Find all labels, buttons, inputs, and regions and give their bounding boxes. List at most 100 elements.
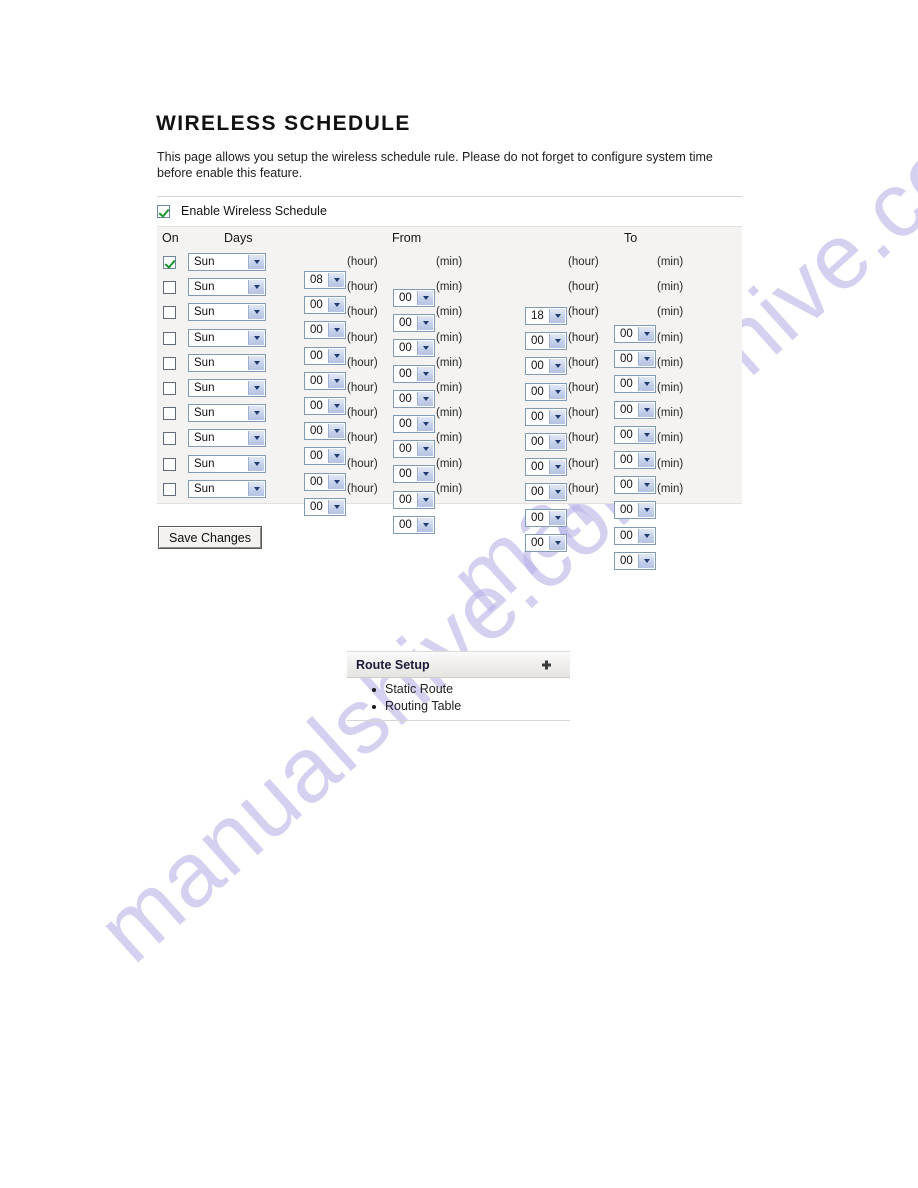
plus-icon[interactable] bbox=[542, 660, 551, 669]
schedule-row-to-minute-select[interactable]: 00 bbox=[614, 501, 656, 520]
to-minute-unit-label: (min) bbox=[657, 306, 684, 319]
schedule-row-day-select[interactable]: Sun bbox=[188, 479, 266, 498]
to-minute-unit-label: (min) bbox=[657, 407, 684, 420]
schedule-row-day-select[interactable]: Sun bbox=[188, 328, 266, 347]
schedule-row-enable-checkbox[interactable] bbox=[163, 331, 176, 345]
schedule-row: Sun 00 (hour) 00 (min) 00 (hour) 00 (min) bbox=[157, 478, 742, 570]
schedule-row-day-select[interactable]: Sun bbox=[188, 404, 266, 423]
from-minute-unit-label: (min) bbox=[436, 407, 463, 420]
schedule-row: Sun 00 (hour) 00 (min) 00 (hour) 00 (min) bbox=[157, 327, 742, 419]
chevron-down-icon[interactable] bbox=[638, 503, 654, 518]
schedule-row: Sun 08 (hour) 00 (min) 18 (hour) 00 (min) bbox=[157, 251, 742, 343]
column-header-to: To bbox=[624, 231, 638, 245]
schedule-row-from-hour-select[interactable]: 00 bbox=[304, 497, 346, 516]
to-minute-unit-label: (min) bbox=[657, 482, 684, 495]
chevron-down-icon[interactable] bbox=[549, 510, 565, 525]
schedule-row-day-select-value: Sun bbox=[194, 457, 215, 470]
to-hour-unit-label: (hour) bbox=[568, 256, 599, 268]
route-setup-list-item[interactable]: Routing Table bbox=[372, 698, 570, 715]
from-minute-unit-label: (min) bbox=[436, 457, 463, 470]
chevron-down-icon[interactable] bbox=[248, 355, 264, 370]
route-setup-title: Route Setup bbox=[356, 657, 430, 672]
chevron-down-icon[interactable] bbox=[248, 481, 264, 496]
schedule-row-to-hour-select[interactable]: 00 bbox=[525, 533, 567, 552]
from-hour-unit-label: (hour) bbox=[347, 381, 378, 394]
column-header-on: On bbox=[162, 231, 179, 245]
page-title: WIRELESS SCHEDULE bbox=[156, 112, 411, 135]
schedule-row-enable-checkbox[interactable] bbox=[163, 381, 176, 395]
from-hour-unit-label: (hour) bbox=[347, 331, 378, 344]
section-divider bbox=[157, 196, 742, 197]
schedule-row-to-hour-select-value: 00 bbox=[531, 511, 544, 524]
chevron-down-icon[interactable] bbox=[248, 305, 264, 320]
schedule-row-day-select[interactable]: Sun bbox=[188, 429, 266, 448]
schedule-table-header: On Days From To bbox=[157, 227, 742, 251]
chevron-down-icon[interactable] bbox=[248, 456, 264, 471]
schedule-row-to-minute-select-value: 00 bbox=[620, 529, 633, 542]
schedule-row-day-select[interactable]: Sun bbox=[188, 278, 266, 297]
route-setup-list-item[interactable]: Static Route bbox=[372, 681, 570, 698]
to-hour-unit-label: (hour) bbox=[568, 331, 599, 344]
chevron-down-icon[interactable] bbox=[417, 517, 433, 532]
from-hour-unit-label: (hour) bbox=[347, 457, 378, 470]
schedule-row-enable-checkbox[interactable] bbox=[163, 256, 176, 269]
schedule-row-enable-checkbox[interactable] bbox=[163, 407, 176, 421]
from-minute-unit-label: (min) bbox=[436, 432, 463, 445]
schedule-row-day-select[interactable]: Sun bbox=[188, 353, 266, 372]
chevron-down-icon[interactable] bbox=[638, 528, 654, 543]
chevron-down-icon[interactable] bbox=[248, 406, 264, 421]
to-hour-unit-label: (hour) bbox=[568, 281, 599, 294]
to-minute-unit-label: (min) bbox=[657, 381, 684, 394]
route-setup-header[interactable]: Route Setup bbox=[347, 651, 570, 678]
schedule-row: Sun 00 (hour) 00 (min) 00 (hour) 00 (min) bbox=[157, 301, 742, 394]
schedule-row-enable-checkbox[interactable] bbox=[163, 482, 176, 496]
schedule-row-day-select-value: Sun bbox=[194, 281, 215, 294]
schedule-row-to-minute-select-value: 00 bbox=[620, 504, 633, 517]
from-minute-unit-label: (min) bbox=[436, 381, 463, 394]
to-hour-unit-label: (hour) bbox=[568, 457, 599, 470]
chevron-down-icon[interactable] bbox=[248, 380, 264, 395]
schedule-row-to-minute-select[interactable]: 00 bbox=[614, 526, 656, 545]
schedule-row: Sun 00 (hour) 00 (min) 00 (hour) 00 (min) bbox=[157, 352, 742, 444]
chevron-down-icon[interactable] bbox=[328, 499, 344, 514]
from-hour-unit-label: (hour) bbox=[347, 482, 378, 495]
schedule-row-from-minute-select[interactable]: 00 bbox=[393, 515, 435, 534]
schedule-row-enable-checkbox[interactable] bbox=[163, 457, 176, 471]
to-minute-unit-label: (min) bbox=[657, 457, 684, 470]
column-header-days: Days bbox=[224, 231, 253, 245]
to-minute-unit-label: (min) bbox=[657, 356, 684, 369]
to-minute-unit-label: (min) bbox=[657, 331, 684, 344]
schedule-row-day-select[interactable]: Sun bbox=[188, 303, 266, 322]
schedule-row-enable-checkbox[interactable] bbox=[163, 356, 176, 370]
chevron-down-icon[interactable] bbox=[248, 431, 264, 446]
schedule-row-day-select[interactable]: Sun bbox=[188, 454, 266, 473]
chevron-down-icon[interactable] bbox=[638, 553, 654, 568]
schedule-row-to-hour-select[interactable]: 00 bbox=[525, 508, 567, 527]
schedule-row-to-minute-select[interactable]: 00 bbox=[614, 551, 656, 570]
schedule-row-enable-checkbox[interactable] bbox=[163, 432, 176, 446]
from-minute-unit-label: (min) bbox=[436, 331, 463, 344]
schedule-row-day-select-value: Sun bbox=[194, 356, 215, 369]
to-hour-unit-label: (hour) bbox=[568, 407, 599, 420]
schedule-row-day-select-value: Sun bbox=[194, 482, 215, 495]
schedule-row-day-select[interactable]: Sun bbox=[188, 253, 266, 271]
chevron-down-icon[interactable] bbox=[549, 535, 565, 550]
route-setup-panel: Route Setup Static Route Routing Table bbox=[347, 651, 570, 721]
chevron-down-icon[interactable] bbox=[248, 280, 264, 295]
schedule-row: Sun 00 (hour) 00 (min) 00 (hour) 00 (min) bbox=[157, 276, 742, 369]
wireless-schedule-page: WIRELESS SCHEDULE This page allows you s… bbox=[0, 0, 918, 1188]
schedule-table: On Days From To Sun 08 (hour) 00 (min) 18 (hou… bbox=[157, 226, 742, 570]
schedule-row-enable-checkbox[interactable] bbox=[163, 306, 176, 320]
to-minute-unit-label: (min) bbox=[657, 432, 684, 445]
schedule-row: Sun 00 (hour) 00 (min) 00 (hour) 00 (min) bbox=[157, 427, 742, 520]
schedule-row-from-hour-select-value: 00 bbox=[310, 500, 323, 513]
from-hour-unit-label: (hour) bbox=[347, 281, 378, 294]
schedule-row-day-select-value: Sun bbox=[194, 331, 215, 344]
schedule-row-enable-checkbox[interactable] bbox=[163, 281, 176, 295]
save-changes-button[interactable]: Save Changes bbox=[157, 526, 263, 549]
schedule-row-day-select[interactable]: Sun bbox=[188, 378, 266, 397]
chevron-down-icon[interactable] bbox=[248, 330, 264, 345]
enable-wireless-schedule-row[interactable]: Enable Wireless Schedule bbox=[157, 201, 327, 221]
enable-wireless-schedule-checkbox[interactable] bbox=[157, 204, 170, 218]
chevron-down-icon[interactable] bbox=[248, 255, 264, 269]
